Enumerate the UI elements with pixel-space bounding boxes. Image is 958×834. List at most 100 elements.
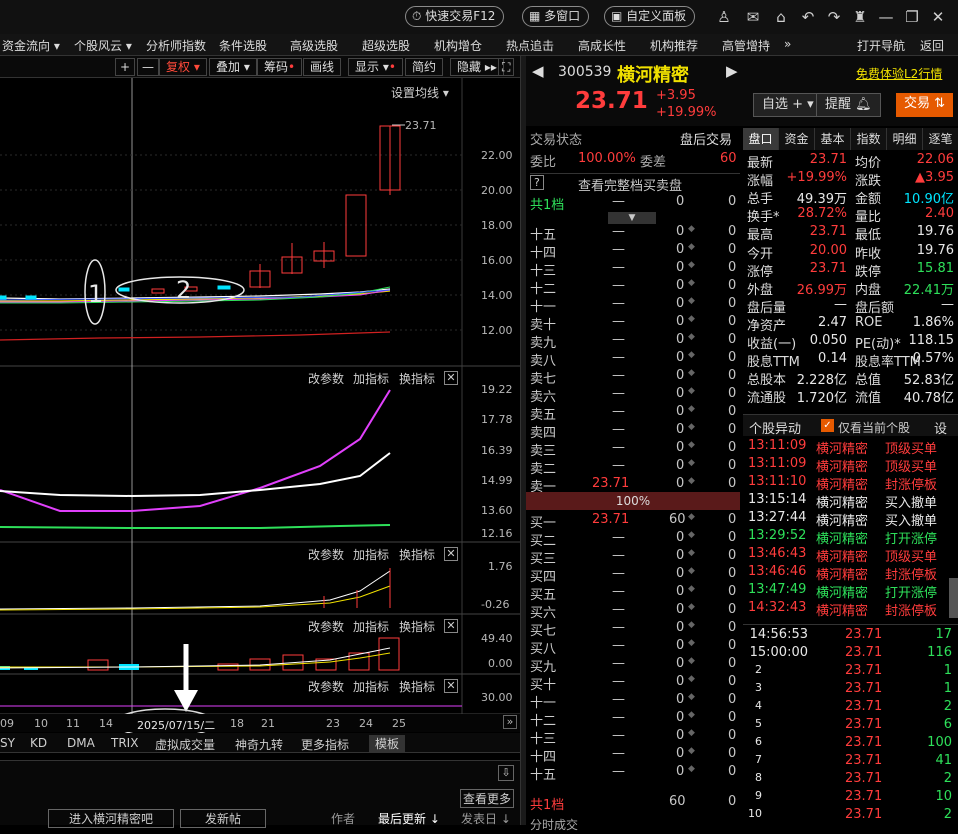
restore-icon[interactable]: ❐	[903, 8, 921, 26]
trade-button[interactable]: 交易 ⇅	[896, 93, 954, 117]
menu-stock-news[interactable]: 个股风云 ▾	[74, 37, 132, 54]
bid-row[interactable]: 十四 —0 ◆ 0	[526, 746, 740, 765]
panel4-params[interactable]: 改参数	[308, 618, 344, 635]
panel5-params[interactable]: 改参数	[308, 678, 344, 695]
ask-row[interactable]: 十五 —0 ◆ 0	[526, 224, 740, 243]
tab-2[interactable]: 基本	[815, 128, 851, 150]
collapse-icon[interactable]: ▼	[608, 212, 656, 224]
panel5-add[interactable]: 加指标	[353, 678, 389, 695]
abnormal-item[interactable]: 13:15:14 横河精密 买入撤单	[743, 492, 948, 511]
tab-5[interactable]: 逐笔	[923, 128, 958, 150]
menu-advanced-select[interactable]: 高级选股	[290, 37, 338, 54]
bid-row[interactable]: 十一 —0 ◆ 0	[526, 692, 740, 711]
ask-row[interactable]: 卖三 —0 ◆ 0	[526, 440, 740, 459]
home-icon[interactable]: ⌂	[772, 8, 790, 26]
panel3-add[interactable]: 加指标	[353, 546, 389, 563]
bid-row[interactable]: 十三 —0 ◆ 0	[526, 728, 740, 747]
panel4-switch[interactable]: 换指标	[399, 618, 435, 635]
menu-institution-add[interactable]: 机构增仓	[434, 37, 482, 54]
abnormal-item[interactable]: 13:46:46 横河精密 封涨停板	[743, 564, 948, 583]
close-icon[interactable]: ✕	[929, 8, 947, 26]
tab-virtual-volume[interactable]: 虚拟成交量	[155, 736, 215, 753]
ask-row[interactable]: 卖六 —0 ◆ 0	[526, 386, 740, 405]
bid-row[interactable]: 买十 —0 ◆ 0	[526, 674, 740, 693]
menu-back[interactable]: 返回	[920, 37, 944, 54]
alert-button[interactable]: 提醒 🔔︎	[816, 93, 881, 117]
new-post-button[interactable]: 发新帖	[180, 809, 267, 828]
ask-row[interactable]: 十二 —0 ◆ 0	[526, 278, 740, 297]
bid-row[interactable]: 买六 —0 ◆ 0	[526, 602, 740, 621]
panel2-close-icon[interactable]: ✕	[444, 371, 458, 385]
menu-analyst-index[interactable]: 分析师指数	[146, 37, 206, 54]
ask-row[interactable]: 卖十 —0 ◆ 0	[526, 314, 740, 333]
abnormal-item[interactable]: 13:29:52 横河精密 打开涨停	[743, 528, 948, 547]
view-more-button[interactable]: 查看更多	[460, 789, 515, 808]
bid-row[interactable]: 买五 —0 ◆ 0	[526, 584, 740, 603]
abnormal-item[interactable]: 13:46:43 横河精密 顶级买单	[743, 546, 948, 565]
fullscreen-icon[interactable]: ⛶	[498, 58, 515, 76]
skin-icon[interactable]: ♜	[851, 8, 869, 26]
bid-row[interactable]: 十二 —0 ◆ 0	[526, 710, 740, 729]
publish-date-header[interactable]: 发表日 ↓	[461, 810, 511, 827]
bid-row[interactable]: 买七 —0 ◆ 0	[526, 620, 740, 639]
menu-exec-increase[interactable]: 高管增持	[722, 37, 770, 54]
bid-row[interactable]: 买八 —0 ◆ 0	[526, 638, 740, 657]
full-book-link[interactable]: ? 查看完整档买卖盘	[530, 173, 740, 194]
bid-row[interactable]: 买一 23.71 60 ◆ 0	[526, 512, 740, 531]
download-icon[interactable]: ⇩	[498, 765, 514, 781]
panel2-switch[interactable]: 换指标	[399, 370, 435, 387]
abnormal-item[interactable]: 13:11:09 横河精密 顶级买单	[743, 456, 948, 475]
tab-more-indicators[interactable]: 更多指标	[301, 736, 349, 753]
last-update-header[interactable]: 最后更新 ↓	[378, 810, 440, 827]
panel4-close-icon[interactable]: ✕	[444, 619, 458, 633]
chips-button[interactable]: 筹码•	[257, 58, 303, 76]
bid-row[interactable]: 买二 —0 ◆ 0	[526, 530, 740, 549]
menu-open-nav[interactable]: 打开导航	[857, 37, 905, 54]
forward-icon[interactable]: ↷	[825, 8, 843, 26]
custom-panel-button[interactable]: ▣ 自定义面板	[604, 6, 696, 27]
tab-0[interactable]: 盘口	[743, 128, 779, 150]
panel5-switch[interactable]: 换指标	[399, 678, 435, 695]
next-stock-icon[interactable]: ▶	[726, 62, 738, 80]
simple-button[interactable]: 简约	[405, 58, 444, 76]
tab-sy[interactable]: SY	[0, 736, 15, 750]
ask-row[interactable]: 十一 —0 ◆ 0	[526, 296, 740, 315]
abnormal-item[interactable]: 14:32:43 横河精密 封涨停板	[743, 600, 948, 619]
bid-row[interactable]: 买九 —0 ◆ 0	[526, 656, 740, 675]
panel2-add[interactable]: 加指标	[353, 370, 389, 387]
user-icon[interactable]: ♙	[715, 8, 733, 26]
menu-fund-flow[interactable]: 资金流向 ▾	[2, 37, 60, 54]
ask-row[interactable]: 十四 —0 ◆ 0	[526, 242, 740, 261]
scrollbar[interactable]	[949, 578, 958, 618]
zoom-out-button[interactable]: —	[137, 58, 159, 76]
multi-window-button[interactable]: ▦ 多窗口	[522, 6, 590, 27]
minimize-icon[interactable]: —	[877, 8, 895, 26]
overlay-button[interactable]: 叠加 ▾	[209, 58, 257, 76]
menu-institution-recommend[interactable]: 机构推荐	[650, 37, 698, 54]
display-button[interactable]: 显示 ▾•	[348, 58, 403, 76]
ask-row[interactable]: 卖四 —0 ◆ 0	[526, 422, 740, 441]
abnormal-item[interactable]: 13:11:10 横河精密 封涨停板	[743, 474, 948, 493]
tab-1[interactable]: 资金	[779, 128, 815, 150]
panel4-add[interactable]: 加指标	[353, 618, 389, 635]
tab-nine-turn[interactable]: 神奇九转	[235, 736, 283, 753]
back-icon[interactable]: ↶	[799, 8, 817, 26]
tab-4[interactable]: 明细	[887, 128, 923, 150]
draw-button[interactable]: 画线	[303, 58, 342, 76]
menu-hotspot[interactable]: 热点追击	[506, 37, 554, 54]
mail-icon[interactable]: ✉	[744, 8, 762, 26]
panel3-switch[interactable]: 换指标	[399, 546, 435, 563]
quick-trade-button[interactable]: ⏱ 快速交易F12	[405, 6, 505, 27]
panel3-params[interactable]: 改参数	[308, 546, 344, 563]
scroll-right-icon[interactable]: »	[503, 715, 517, 729]
ask-row[interactable]: 卖九 —0 ◆ 0	[526, 332, 740, 351]
fuquan-button[interactable]: 复权 ▾	[159, 58, 207, 76]
panel2-params[interactable]: 改参数	[308, 370, 344, 387]
menu-growth[interactable]: 高成长性	[578, 37, 626, 54]
zoom-in-button[interactable]: +	[115, 58, 136, 76]
checkbox-icon[interactable]: ✓	[821, 419, 834, 432]
abnormal-item[interactable]: 13:11:09 横河精密 顶级买单	[743, 438, 948, 457]
ask-row[interactable]: 十三 —0 ◆ 0	[526, 260, 740, 279]
tab-dma[interactable]: DMA	[67, 736, 95, 750]
abnormal-item[interactable]: 13:27:44 横河精密 买入撤单	[743, 510, 948, 529]
